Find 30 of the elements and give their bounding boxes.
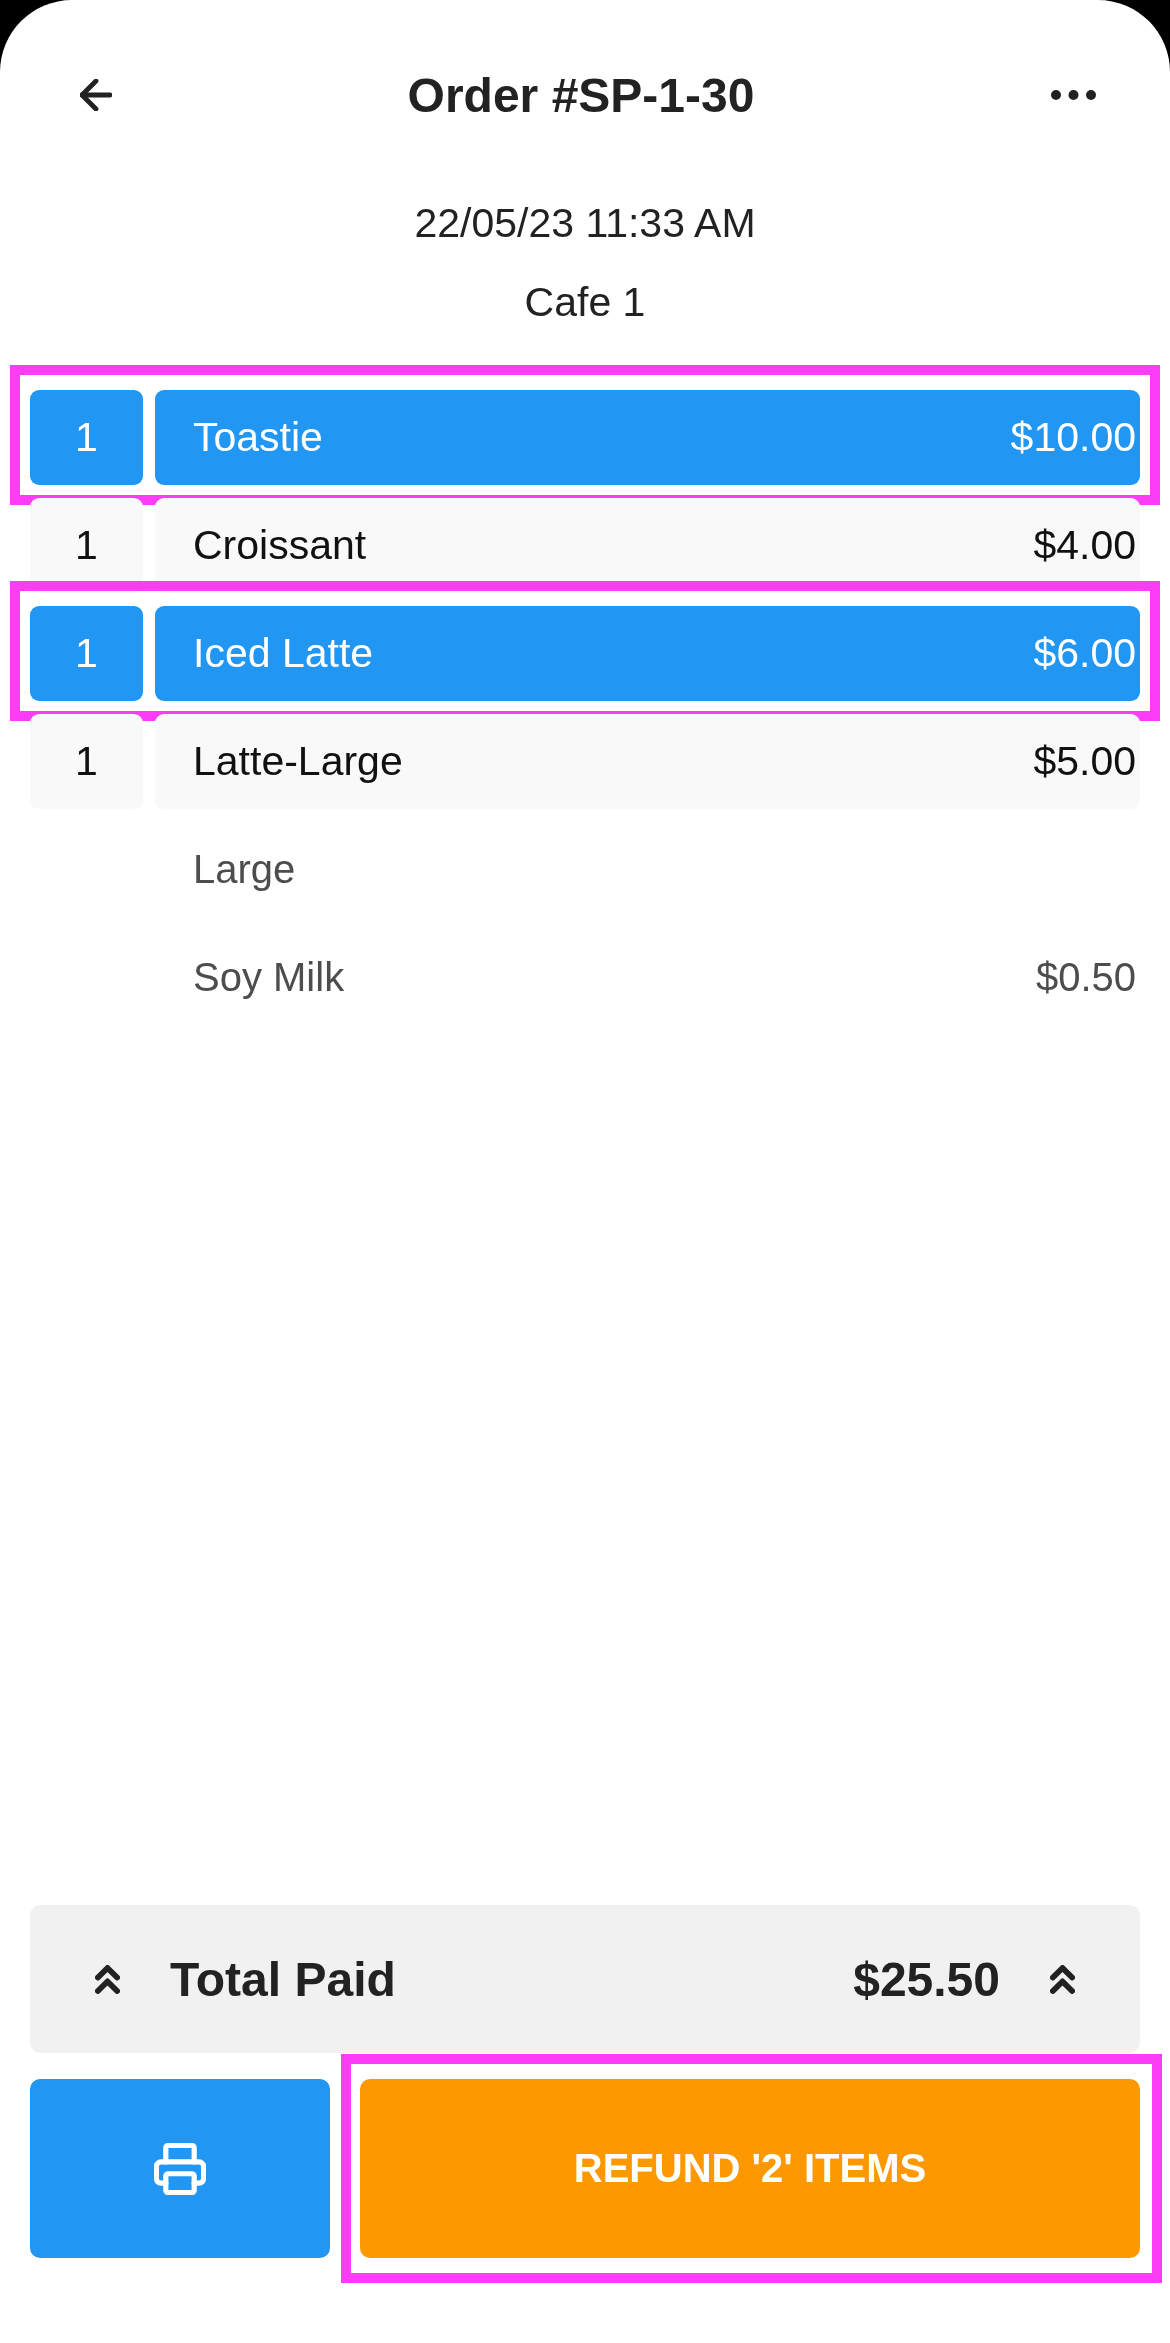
item-cell[interactable]: Toastie $10.00 (155, 390, 1140, 485)
item-name: Iced Latte (193, 630, 374, 677)
modifier-name: Soy Milk (193, 955, 345, 1000)
modifier-name: Large (193, 847, 296, 892)
item-price: $5.00 (1033, 738, 1136, 785)
item-price: $6.00 (1033, 630, 1136, 677)
item-price: $4.00 (1033, 522, 1136, 569)
item-name: Latte-Large (193, 738, 403, 785)
item-name: Toastie (193, 414, 323, 461)
item-price: $10.00 (1010, 414, 1136, 461)
page-title: Order #SP-1-30 (407, 67, 755, 123)
more-button[interactable] (1050, 90, 1097, 100)
quantity-cell[interactable]: 1 (30, 714, 143, 809)
quantity-cell[interactable]: 1 (30, 606, 143, 701)
order-location: Cafe 1 (524, 278, 646, 327)
refund-button[interactable]: REFUND '2' ITEMS (360, 2079, 1140, 2258)
back-button[interactable] (80, 79, 112, 111)
modifier-price: $0.50 (1035, 955, 1136, 1000)
item-name: Croissant (193, 522, 367, 569)
order-datetime: 22/05/23 11:33 AM (414, 199, 756, 248)
print-button[interactable] (30, 2079, 330, 2258)
total-amount: $25.50 (853, 1951, 1000, 2007)
chevrons-up-icon[interactable] (95, 1964, 120, 1994)
item-cell[interactable]: Latte-Large $5.00 (155, 714, 1140, 809)
more-icon (1050, 90, 1097, 100)
total-label: Total Paid (170, 1951, 397, 2007)
printer-icon (154, 2142, 206, 2195)
item-cell[interactable]: Iced Latte $6.00 (155, 606, 1140, 701)
chevrons-up-icon[interactable] (1050, 1964, 1075, 1994)
quantity-cell[interactable]: 1 (30, 390, 143, 485)
